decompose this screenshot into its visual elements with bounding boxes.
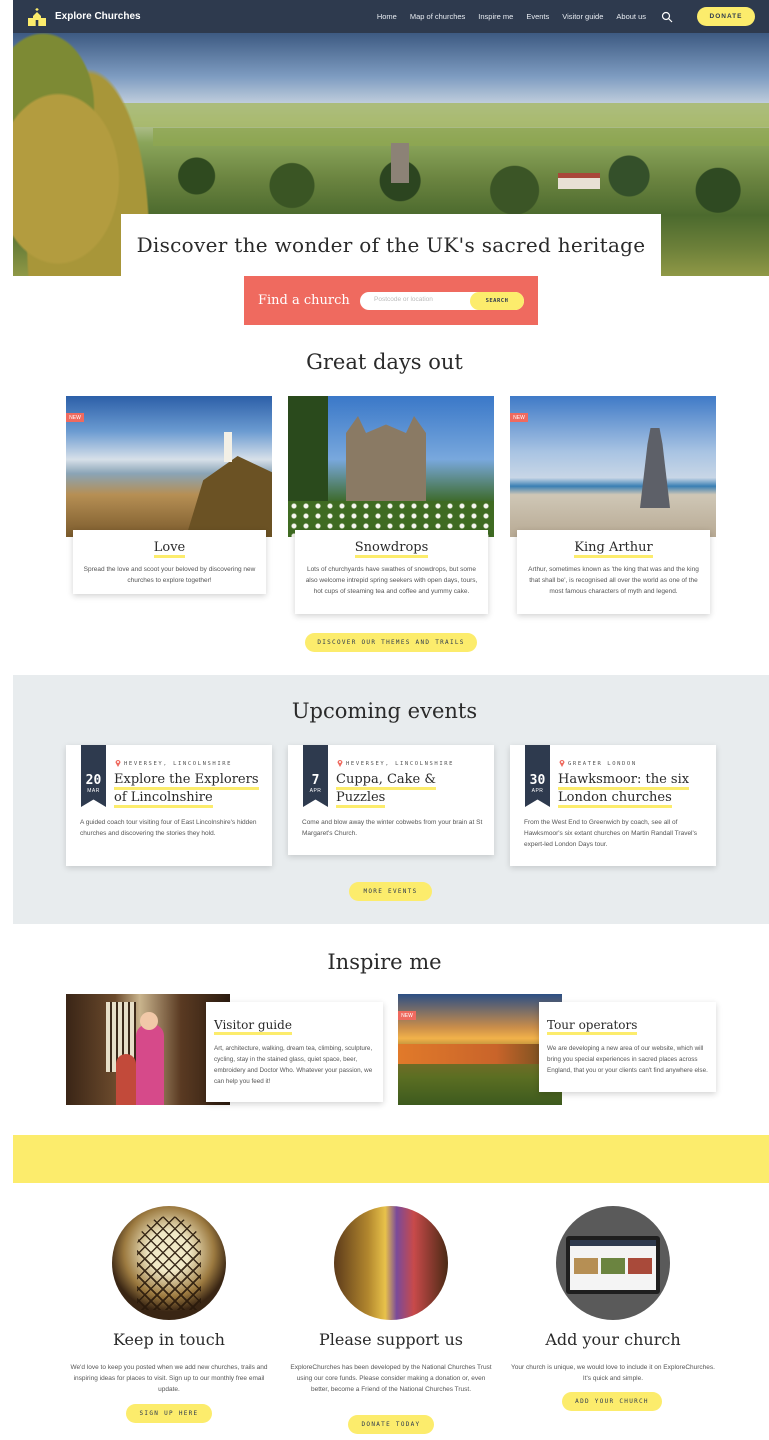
date-flag: 30 APR — [525, 745, 550, 807]
add-church-title: Add your church — [545, 1330, 681, 1349]
nav-links: Home Map of churches Inspire me Events V… — [377, 0, 673, 33]
tour-operators-image[interactable]: NEW — [398, 994, 562, 1105]
event-title-text[interactable]: Cuppa, Cake & Puzzles — [336, 772, 436, 808]
event-location: HEVERSEY, LINCOLNSHIRE — [124, 761, 233, 767]
top-nav: Explore Churches Home Map of churches In… — [13, 0, 769, 33]
find-label: Find a church — [258, 293, 350, 308]
event-location: HEVERSEY, LINCOLNSHIRE — [346, 761, 455, 767]
church-logo-icon[interactable] — [27, 7, 47, 27]
event-title-text[interactable]: Explore the Explorers of Lincolnshire — [114, 772, 259, 808]
inspire-title: Inspire me — [327, 950, 442, 974]
inspire-title-tour-operators[interactable]: Tour operators — [547, 1019, 638, 1035]
event-title-text[interactable]: Hawksmoor: the six London churches — [558, 772, 690, 808]
nav-inspire[interactable]: Inspire me — [478, 12, 513, 21]
card-desc: Lots of churchyards have swathes of snow… — [305, 566, 478, 595]
events-title: Upcoming events — [291, 699, 478, 723]
keep-in-touch-desc: We'd love to keep you posted when we add… — [70, 1364, 268, 1393]
event-title[interactable]: Hawksmoor: the six London churches — [558, 771, 708, 808]
event-day: 20 — [85, 773, 102, 788]
event-location: GREATER LONDON — [568, 761, 637, 767]
event-month: MAR — [87, 788, 100, 794]
support-us-title: Please support us — [319, 1330, 463, 1349]
new-badge: NEW — [66, 413, 84, 422]
support-us-desc: ExploreChurches has been developed by th… — [290, 1364, 492, 1393]
search-button[interactable]: SEARCH — [470, 292, 524, 310]
event-day: 30 — [529, 773, 546, 788]
inspire-desc: We are developing a new area of our webs… — [547, 1045, 708, 1074]
card-image-love[interactable]: NEW — [66, 396, 272, 537]
hero-title: Discover the wonder of the UK's sacred h… — [136, 233, 646, 257]
inspire-title-visitor-guide[interactable]: Visitor guide — [214, 1019, 292, 1035]
great-days-title: Great days out — [306, 350, 463, 374]
event-month: APR — [531, 788, 544, 794]
card-desc: Spread the love and scoot your beloved b… — [83, 566, 256, 584]
donate-today-button[interactable]: DONATE TODAY — [348, 1415, 434, 1434]
add-church-button[interactable]: ADD YOUR CHURCH — [562, 1392, 662, 1411]
event-desc: A guided coach tour visiting four of Eas… — [80, 819, 257, 837]
event-month: APR — [309, 788, 322, 794]
location-pin-icon — [337, 760, 343, 767]
location-pin-icon — [559, 760, 565, 767]
location-pin-icon — [115, 760, 121, 767]
card-image-king-arthur[interactable]: NEW — [510, 396, 716, 537]
card-title[interactable]: King Arthur — [574, 541, 653, 558]
hero-title-box: Discover the wonder of the UK's sacred h… — [121, 214, 661, 276]
card-love[interactable]: Love Spread the love and scoot your belo… — [73, 530, 266, 594]
new-badge: NEW — [510, 413, 528, 422]
tour-operators-box[interactable]: Tour operators We are developing a new a… — [539, 1002, 716, 1092]
date-flag: 7 APR — [303, 745, 328, 807]
event-card[interactable]: 7 APR HEVERSEY, LINCOLNSHIRE Cuppa, Cake… — [288, 745, 494, 855]
add-church-desc: Your church is unique, we would love to … — [511, 1364, 715, 1382]
card-title[interactable]: Snowdrops — [354, 541, 429, 558]
event-card[interactable]: 20 MAR HEVERSEY, LINCOLNSHIRE Explore th… — [66, 745, 272, 866]
support-us-image — [334, 1206, 448, 1320]
yellow-banner — [13, 1135, 769, 1183]
card-desc: Arthur, sometimes known as 'the king tha… — [528, 566, 699, 595]
nav-about[interactable]: About us — [616, 12, 646, 21]
donate-button[interactable]: DONATE — [697, 7, 755, 26]
visitor-guide-box[interactable]: Visitor guide Art, architecture, walking… — [206, 1002, 383, 1102]
find-church-bar: Find a church Postcode or location SEARC… — [244, 276, 538, 325]
event-day: 7 — [311, 773, 320, 788]
event-desc: From the West End to Greenwich by coach,… — [524, 819, 697, 848]
more-events-button[interactable]: MORE EVENTS — [349, 882, 432, 901]
event-title[interactable]: Cuppa, Cake & Puzzles — [336, 771, 456, 808]
event-title[interactable]: Explore the Explorers of Lincolnshire — [114, 771, 264, 808]
card-image-snowdrops[interactable] — [288, 396, 494, 537]
keep-in-touch-title: Keep in touch — [113, 1330, 225, 1349]
add-church-image — [556, 1206, 670, 1320]
nav-home[interactable]: Home — [377, 12, 397, 21]
search-placeholder: Postcode or location — [374, 296, 433, 303]
brand-name[interactable]: Explore Churches — [55, 11, 141, 22]
inspire-desc: Art, architecture, walking, dream tea, c… — [214, 1045, 373, 1085]
sign-up-button[interactable]: SIGN UP HERE — [126, 1404, 212, 1423]
search-icon[interactable] — [661, 11, 673, 23]
nav-visitor-guide[interactable]: Visitor guide — [562, 12, 603, 21]
nav-map[interactable]: Map of churches — [410, 12, 465, 21]
card-snowdrops[interactable]: Snowdrops Lots of churchyards have swath… — [295, 530, 488, 614]
card-king-arthur[interactable]: King Arthur Arthur, sometimes known as '… — [517, 530, 710, 614]
event-desc: Come and blow away the winter cobwebs fr… — [302, 819, 483, 837]
nav-events[interactable]: Events — [526, 12, 549, 21]
keep-in-touch-image — [112, 1206, 226, 1320]
new-badge: NEW — [398, 1011, 416, 1020]
card-title[interactable]: Love — [153, 541, 186, 558]
date-flag: 20 MAR — [81, 745, 106, 807]
discover-themes-button[interactable]: DISCOVER OUR THEMES AND TRAILS — [305, 633, 477, 652]
event-card[interactable]: 30 APR GREATER LONDON Hawksmoor: the six… — [510, 745, 716, 866]
